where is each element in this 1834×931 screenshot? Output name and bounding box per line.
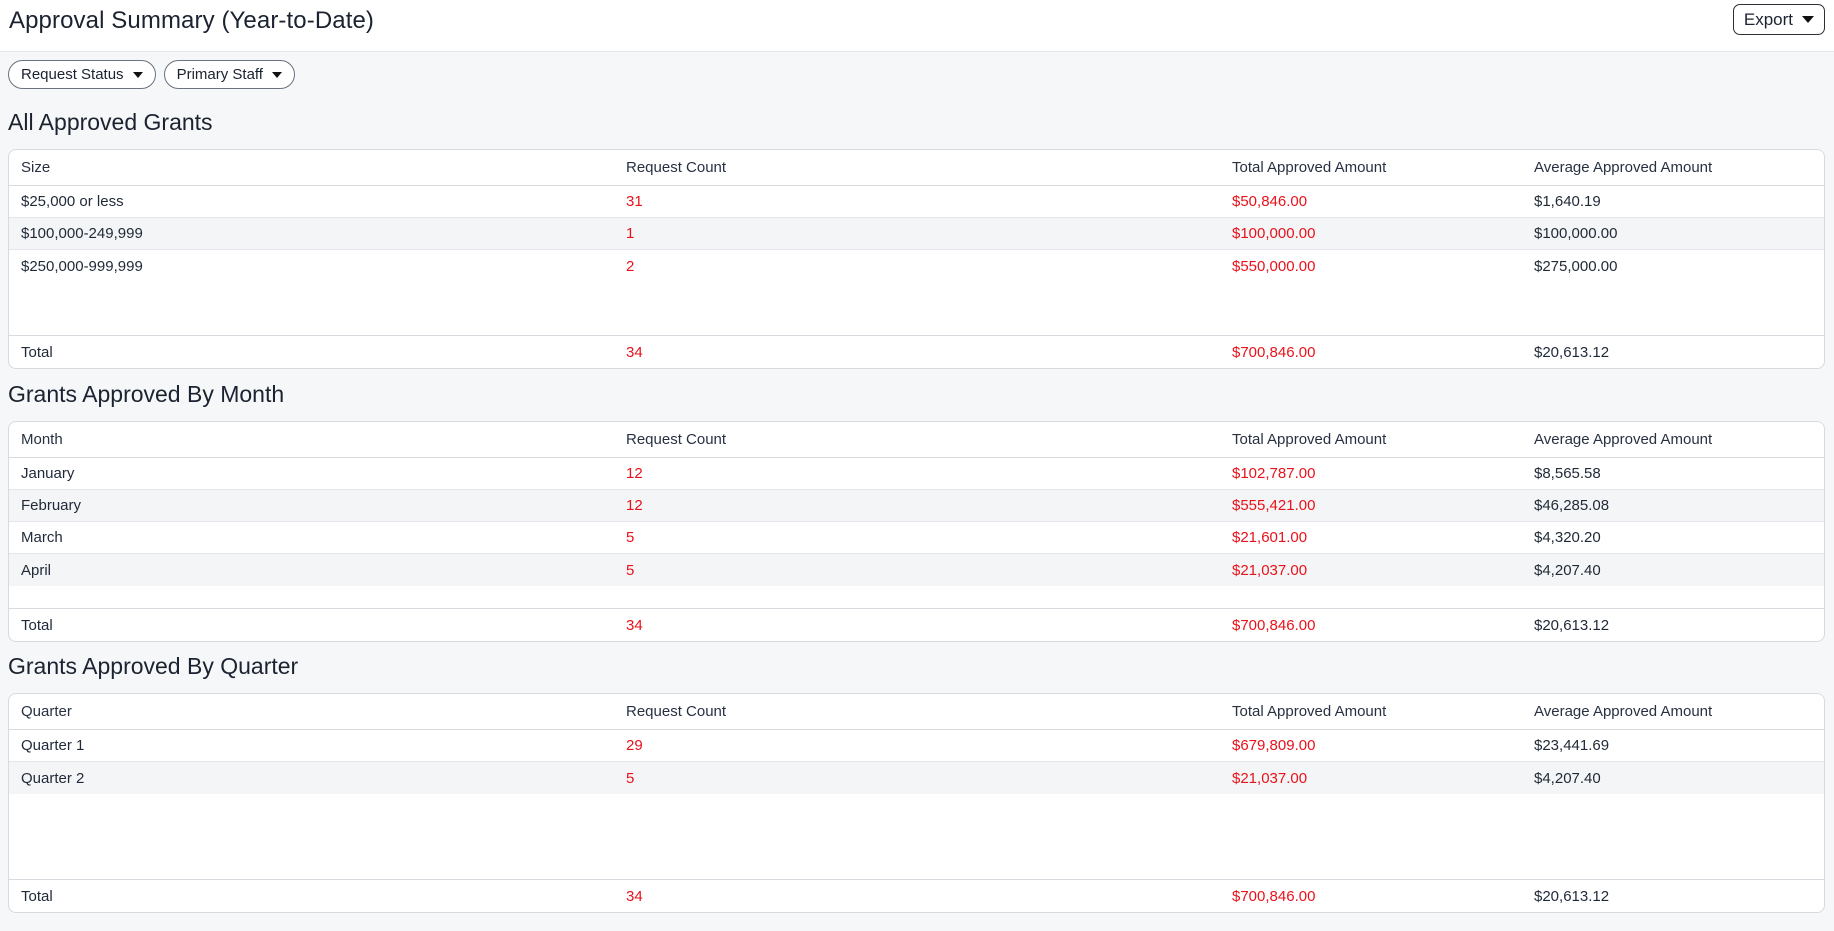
cell-month: January <box>21 465 75 482</box>
column-header[interactable]: Request Count <box>614 159 1220 176</box>
grants-by-month-table: Month Request Count Total Approved Amoun… <box>8 421 1825 642</box>
export-button[interactable]: Export <box>1732 4 1825 35</box>
table-empty-space <box>9 586 1824 609</box>
cell-average-amount: $1,640.19 <box>1534 193 1601 210</box>
cell-total-amount-link[interactable]: $679,809.00 <box>1220 737 1522 754</box>
cell-request-count-link[interactable]: 2 <box>614 258 1220 275</box>
cell-request-count-link[interactable]: 29 <box>614 737 1220 754</box>
table-total-row: Total 34 $700,846.00 $20,613.12 <box>9 880 1824 912</box>
grants-by-quarter-table: Quarter Request Count Total Approved Amo… <box>8 693 1825 913</box>
column-header[interactable]: Total Approved Amount <box>1220 431 1522 448</box>
cell-average-amount: $4,207.40 <box>1534 561 1601 579</box>
table-row: Quarter 2 5 $21,037.00 $4,207.40 <box>9 762 1824 794</box>
cell-average-amount: $275,000.00 <box>1534 257 1618 275</box>
table-row: March 5 $21,601.00 $4,320.20 <box>9 522 1824 554</box>
cell-request-count-link[interactable]: 12 <box>614 497 1220 514</box>
cell-total-amount-link[interactable]: $550,000.00 <box>1220 258 1522 275</box>
table-header-row: Quarter Request Count Total Approved Amo… <box>9 694 1824 730</box>
table-row: Quarter 1 29 $679,809.00 $23,441.69 <box>9 730 1824 762</box>
section-title-grants-by-quarter: Grants Approved By Quarter <box>8 653 299 679</box>
cell-total-amount-link[interactable]: $555,421.00 <box>1220 497 1522 514</box>
cell-month: April <box>21 561 52 579</box>
cell-average-amount: $100,000.00 <box>1534 225 1618 242</box>
total-amount-link[interactable]: $700,846.00 <box>1220 344 1522 361</box>
column-header[interactable]: Total Approved Amount <box>1220 703 1522 720</box>
column-header[interactable]: Month <box>9 431 614 448</box>
cell-size: $100,000-249,999 <box>21 225 143 242</box>
cell-size: $250,000-999,999 <box>21 257 143 275</box>
chevron-down-icon <box>271 71 282 78</box>
table-row: $250,000-999,999 2 $550,000.00 $275,000.… <box>9 250 1824 282</box>
cell-total-amount-link[interactable]: $21,601.00 <box>1220 529 1522 546</box>
cell-request-count-link[interactable]: 5 <box>614 529 1220 546</box>
total-amount-link[interactable]: $700,846.00 <box>1220 617 1522 634</box>
total-average-amount: $20,613.12 <box>1534 616 1610 634</box>
total-request-count-link[interactable]: 34 <box>614 617 1220 634</box>
column-header[interactable]: Quarter <box>9 703 614 720</box>
cell-average-amount: $4,207.40 <box>1534 769 1601 787</box>
total-average-amount: $20,613.12 <box>1534 343 1610 361</box>
cell-month: March <box>21 529 63 546</box>
cell-average-amount: $4,320.20 <box>1534 529 1601 546</box>
table-total-row: Total 34 $700,846.00 $20,613.12 <box>9 609 1824 641</box>
table-empty-space <box>9 794 1824 880</box>
table-header-row: Size Request Count Total Approved Amount… <box>9 150 1824 186</box>
total-label: Total <box>21 616 53 634</box>
cell-size: $25,000 or less <box>21 193 124 210</box>
cell-total-amount-link[interactable]: $50,846.00 <box>1220 193 1522 210</box>
cell-quarter: Quarter 1 <box>21 737 85 754</box>
cell-average-amount: $8,565.58 <box>1534 465 1601 482</box>
section-title-grants-by-month: Grants Approved By Month <box>8 381 285 407</box>
table-row: April 5 $21,037.00 $4,207.40 <box>9 554 1824 586</box>
column-header[interactable]: Total Approved Amount <box>1220 159 1522 176</box>
cell-month: February <box>21 497 82 514</box>
column-header[interactable]: Average Approved Amount <box>1522 703 1824 720</box>
cell-average-amount: $23,441.69 <box>1534 737 1610 754</box>
cell-total-amount-link[interactable]: $102,787.00 <box>1220 465 1522 482</box>
chevron-down-icon <box>1802 16 1814 23</box>
export-button-label: Export <box>1743 9 1793 29</box>
top-bar: Approval Summary (Year-to-Date) Export <box>0 0 1834 52</box>
cell-average-amount: $46,285.08 <box>1534 497 1610 514</box>
cell-total-amount-link[interactable]: $21,037.00 <box>1220 562 1522 579</box>
total-request-count-link[interactable]: 34 <box>614 888 1220 905</box>
cell-request-count-link[interactable]: 31 <box>614 193 1220 210</box>
column-header[interactable]: Request Count <box>614 703 1220 720</box>
table-row: $25,000 or less 31 $50,846.00 $1,640.19 <box>9 186 1824 218</box>
total-request-count-link[interactable]: 34 <box>614 344 1220 361</box>
column-header[interactable]: Request Count <box>614 431 1220 448</box>
cell-request-count-link[interactable]: 12 <box>614 465 1220 482</box>
request-status-filter[interactable]: Request Status <box>8 60 156 89</box>
filter-bar: Request Status Primary Staff <box>8 60 295 89</box>
cell-request-count-link[interactable]: 5 <box>614 562 1220 579</box>
cell-quarter: Quarter 2 <box>21 769 85 787</box>
column-header[interactable]: Size <box>9 159 614 176</box>
all-approved-grants-table: Size Request Count Total Approved Amount… <box>8 149 1825 369</box>
total-average-amount: $20,613.12 <box>1534 887 1610 905</box>
cell-request-count-link[interactable]: 1 <box>614 225 1220 242</box>
cell-total-amount-link[interactable]: $100,000.00 <box>1220 225 1522 242</box>
table-row: $100,000-249,999 1 $100,000.00 $100,000.… <box>9 218 1824 250</box>
primary-staff-filter[interactable]: Primary Staff <box>163 60 295 89</box>
cell-total-amount-link[interactable]: $21,037.00 <box>1220 770 1522 787</box>
table-empty-space <box>9 282 1824 336</box>
section-title-all-approved-grants: All Approved Grants <box>8 109 213 135</box>
column-header[interactable]: Average Approved Amount <box>1522 159 1824 176</box>
total-label: Total <box>21 343 53 361</box>
chevron-down-icon <box>132 71 143 78</box>
filter-label: Request Status <box>21 66 124 83</box>
cell-request-count-link[interactable]: 5 <box>614 770 1220 787</box>
table-header-row: Month Request Count Total Approved Amoun… <box>9 422 1824 458</box>
page-title: Approval Summary (Year-to-Date) <box>9 7 375 34</box>
table-row: January 12 $102,787.00 $8,565.58 <box>9 458 1824 490</box>
table-total-row: Total 34 $700,846.00 $20,613.12 <box>9 336 1824 368</box>
column-header[interactable]: Average Approved Amount <box>1522 431 1824 448</box>
total-amount-link[interactable]: $700,846.00 <box>1220 888 1522 905</box>
table-row: February 12 $555,421.00 $46,285.08 <box>9 490 1824 522</box>
total-label: Total <box>21 887 53 905</box>
filter-label: Primary Staff <box>176 66 263 83</box>
